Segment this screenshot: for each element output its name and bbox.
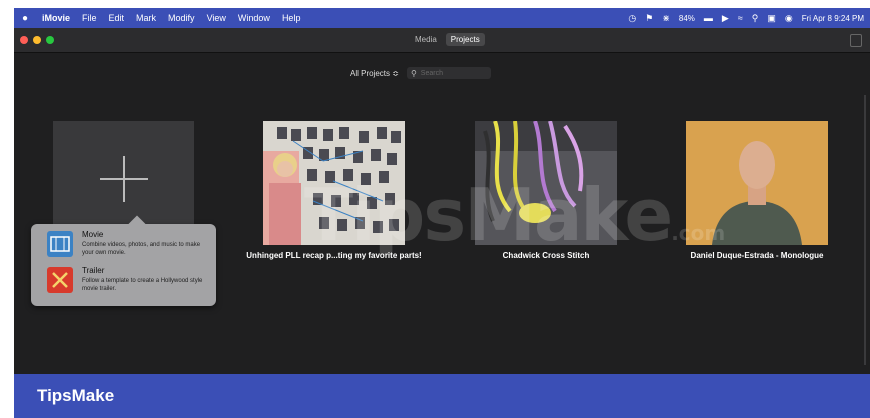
tab-projects[interactable]: Projects (445, 33, 485, 46)
battery-percent: 84% (678, 13, 695, 23)
footer-banner: TipsMake (14, 374, 870, 418)
trailer-option-description: Follow a template to create a Hollywood … (82, 278, 203, 292)
projects-toolbar: All Projects ≎ ⚲ Search (350, 67, 491, 79)
time-machine-icon[interactable]: ◷ (628, 13, 636, 24)
trailer-option-label: Trailer (82, 266, 105, 275)
zoom-button[interactable] (46, 36, 54, 44)
wifi-icon[interactable]: ≈ (738, 13, 743, 23)
search-icon: ⚲ (410, 68, 417, 78)
flag-icon[interactable]: ⚑ (645, 13, 653, 24)
minimize-button[interactable] (33, 36, 41, 44)
movie-icon (47, 231, 73, 257)
clock[interactable]: Fri Apr 8 9:24 PM (802, 14, 864, 23)
movie-option[interactable]: Movie Combine videos, photos, and music … (47, 228, 212, 262)
menu-modify[interactable]: Modify (162, 13, 201, 23)
control-center-icon[interactable]: ▣ (767, 13, 776, 24)
brand-logo: TipsMake (37, 386, 115, 405)
trailer-icon (47, 267, 73, 293)
window-controls (20, 36, 54, 44)
status-area: ◷ ⚑ ⋇ 84% ▬ ▶ ≈ ⚲ ▣ ◉ Fri Apr 8 9:24 PM (628, 8, 864, 28)
search-placeholder: Search (420, 69, 443, 77)
menu-file[interactable]: File (76, 13, 103, 23)
movie-option-label: Movie (82, 230, 104, 239)
view-tabs: Media Projects (410, 33, 485, 46)
all-projects-dropdown[interactable]: All Projects ≎ (350, 69, 399, 78)
menu-view[interactable]: View (201, 13, 232, 23)
watermark: TipsMake.com (304, 173, 726, 257)
menu-window[interactable]: Window (232, 13, 276, 23)
volume-icon[interactable]: ▶ (722, 13, 729, 24)
siri-icon[interactable]: ◉ (785, 13, 793, 24)
menu-mark[interactable]: Mark (130, 13, 162, 23)
imovie-window: ● iMovie File Edit Mark Modify View Wind… (14, 8, 870, 374)
movie-option-description: Combine videos, photos, and music to mak… (82, 242, 201, 256)
projects-browser: All Projects ≎ ⚲ Search Unhinged PLL rec… (14, 53, 870, 374)
share-icon[interactable] (850, 34, 862, 47)
scrollbar[interactable] (864, 95, 866, 365)
trailer-option[interactable]: Trailer Follow a template to create a Ho… (47, 264, 212, 298)
menu-edit[interactable]: Edit (103, 13, 131, 23)
close-button[interactable] (20, 36, 28, 44)
apple-menu-icon[interactable]: ● (14, 13, 36, 24)
new-project-popover: Movie Combine videos, photos, and music … (31, 215, 216, 306)
menu-app-name[interactable]: iMovie (36, 13, 76, 23)
tab-media[interactable]: Media (410, 33, 442, 46)
menu-help[interactable]: Help (276, 13, 307, 23)
spotlight-icon[interactable]: ⚲ (752, 13, 759, 24)
battery-icon[interactable]: ▬ (704, 13, 713, 23)
menu-bar: ● iMovie File Edit Mark Modify View Wind… (14, 8, 870, 28)
bluetooth-icon[interactable]: ⋇ (662, 13, 670, 24)
window-titlebar: Media Projects (14, 28, 870, 53)
search-input[interactable]: ⚲ Search (406, 67, 491, 79)
